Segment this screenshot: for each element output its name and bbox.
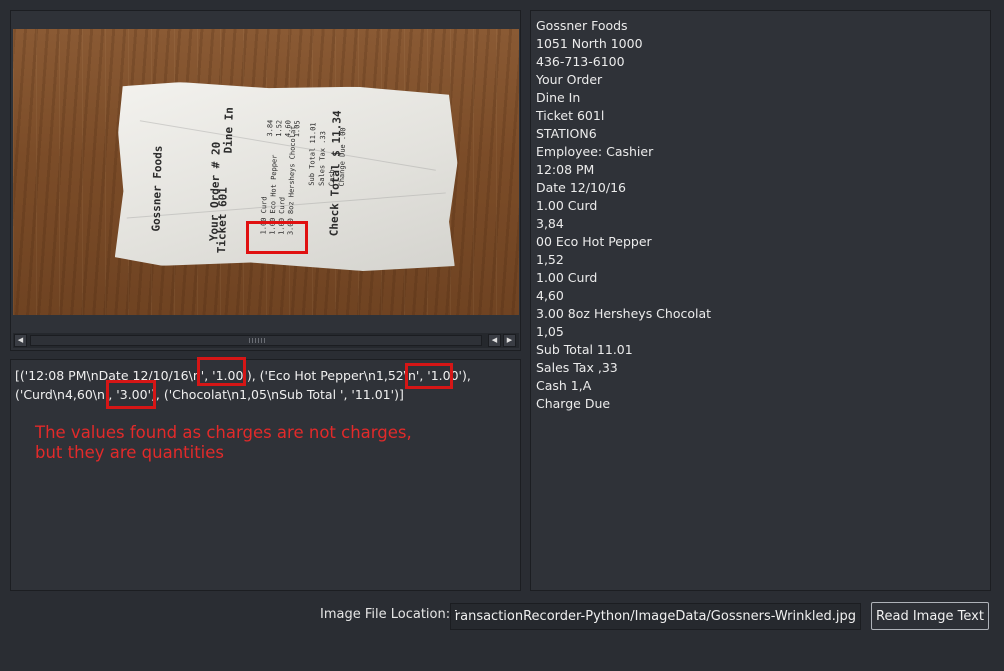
- ocr-result-line: 1,05: [536, 324, 564, 339]
- quantity-highlight-box: [246, 221, 308, 254]
- ocr-result-line: 3.00 8oz Hersheys Chocolat: [536, 306, 712, 321]
- receipt-store-name: Gossner Foods: [149, 145, 165, 232]
- scroll-left-icon[interactable]: ◀: [488, 334, 501, 347]
- ocr-result-line: 436-713-6100: [536, 54, 625, 69]
- scrollbar-thumb[interactable]: [31, 336, 481, 345]
- receipt-dine-in: Dine In: [221, 106, 236, 154]
- ocr-result-line: 1,52: [536, 252, 564, 267]
- image-file-path-input[interactable]: [450, 603, 861, 630]
- scrollbar-track[interactable]: [30, 335, 482, 346]
- ocr-result-line: Your Order: [536, 72, 603, 87]
- annotation-note: The values found as charges are not char…: [35, 423, 412, 462]
- ocr-result-line: 1.00 Curd: [536, 270, 598, 285]
- scroll-right-icon[interactable]: ▶: [503, 334, 516, 347]
- ocr-result-line: 1.00 Curd: [536, 198, 598, 213]
- ocr-result-line: Sales Tax ,33: [536, 360, 618, 375]
- ocr-result-line: Dine In: [536, 90, 581, 105]
- horizontal-scrollbar[interactable]: ◀ ◀ ▶: [13, 333, 519, 348]
- quantity-highlight-box: [106, 380, 156, 409]
- receipt-check-total: Check Total $ 11.34: [327, 110, 344, 237]
- ocr-result-line: Charge Due: [536, 396, 611, 411]
- receipt-prices: 3.84 1.52 4.60 1.05: [266, 119, 302, 138]
- ocr-result-line: Gossner Foods: [536, 18, 628, 33]
- ocr-result-line: STATION6: [536, 126, 597, 141]
- quantity-highlight-box: [405, 363, 453, 389]
- ocr-result-panel[interactable]: Gossner Foods 1051 North 1000 436-713-6100…: [530, 10, 991, 591]
- ocr-result-line: 4,60: [536, 288, 564, 303]
- scrollbar-grip-icon: [249, 338, 265, 343]
- parsed-output-panel[interactable]: [('12:08 PM\nDate 12/10/16\n', '1.00'), …: [10, 357, 521, 591]
- ocr-result-line: Cash 1,A: [536, 378, 592, 393]
- receipt-photo-view: Gossner Foods Your Order # 20 Ticket 601…: [13, 29, 519, 315]
- scroll-left-icon[interactable]: ◀: [14, 334, 27, 347]
- receipt-ticket: Ticket 601: [214, 186, 230, 254]
- ocr-result-line: 12:08 PM: [536, 162, 595, 177]
- ocr-result-line: 00 Eco Hot Pepper: [536, 234, 652, 249]
- receipt-items: 1.00 Curd 1.00 Eco Hot Pepper 1.00 Curd …: [259, 125, 298, 236]
- ocr-result-line: Employee: Cashier: [536, 144, 654, 159]
- ocr-result-line: 1051 North 1000: [536, 36, 643, 51]
- image-file-location-label: Image File Location:: [320, 607, 451, 622]
- ocr-result-lines: Gossner Foods 1051 North 1000 436-713-6100…: [536, 17, 711, 413]
- ocr-result-line: Sub Total 11.01: [536, 342, 633, 357]
- ocr-result-line: 3,84: [536, 216, 564, 231]
- image-viewer-panel: Gossner Foods Your Order # 20 Ticket 601…: [10, 10, 521, 351]
- ocr-result-line: Date 12/10/16: [536, 180, 626, 195]
- read-image-text-button[interactable]: Read Image Text: [871, 602, 989, 630]
- quantity-highlight-box: [197, 357, 246, 386]
- ocr-result-line: Ticket 601l: [536, 108, 605, 123]
